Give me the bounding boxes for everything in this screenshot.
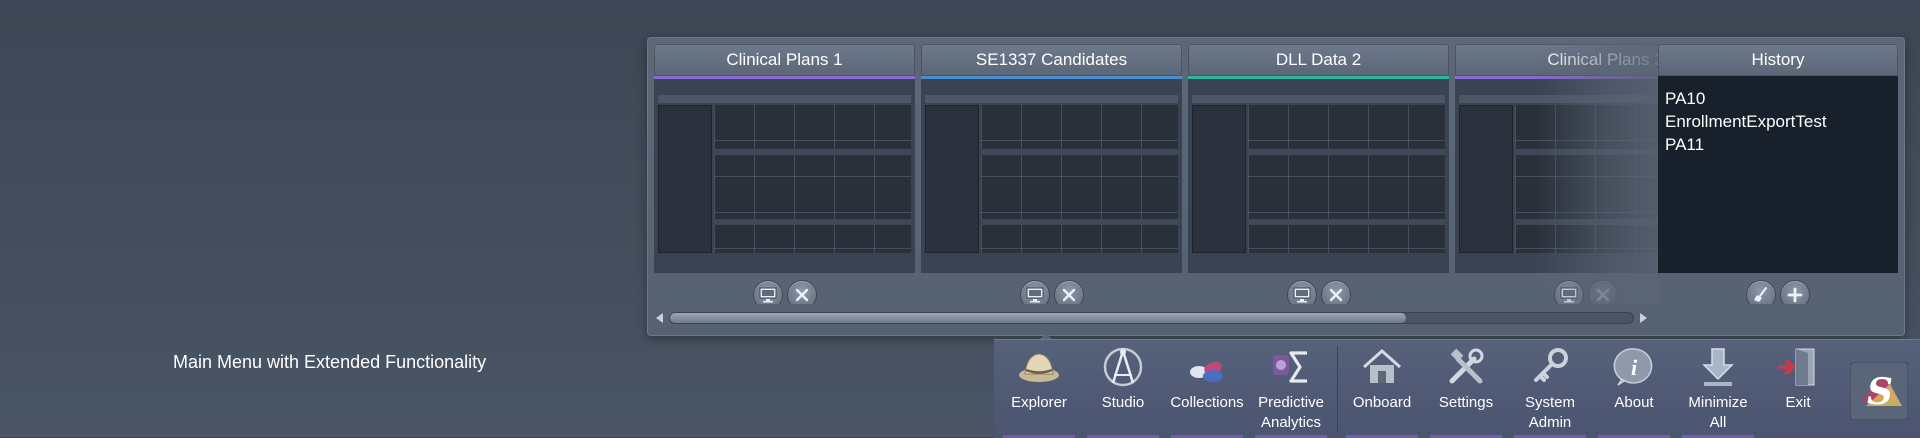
open-workspace-button[interactable] [1286,280,1317,304]
workspace-title[interactable]: Clinical Plans 1 [654,44,915,76]
close-workspace-button[interactable] [1587,280,1618,304]
workspace-thumbnail[interactable] [921,79,1182,273]
open-workspace-button[interactable] [752,280,783,304]
add-workspace-button[interactable] [1780,280,1810,304]
history-item[interactable]: PA10 [1665,87,1891,110]
history-list: PA10 EnrollmentExportTest PA11 [1658,79,1898,273]
history-panel: History PA10 EnrollmentExportTest PA11 [1658,44,1898,304]
workspace-card-dll-data-2[interactable]: DLL Data 2 [1188,44,1449,304]
dock-item-exit[interactable]: Exit [1758,340,1838,438]
monitor-icon [1026,287,1043,303]
history-title: History [1658,44,1898,76]
dock-label: About [1614,394,1654,411]
dock-label: Minimize All [1688,394,1748,431]
dock-label: Explorer [1011,394,1067,411]
scroll-right-arrow-icon[interactable] [1640,313,1647,323]
open-workspace-button[interactable] [1553,280,1584,304]
workspace-cards: Clinical Plans 1 SE1337 Candidates DLL D… [654,44,1898,304]
scroll-thumb[interactable] [670,313,1406,323]
compass-icon [1103,347,1143,387]
workspace-card-se1337-candidates[interactable]: SE1337 Candidates [921,44,1182,304]
monitor-icon [1293,287,1310,303]
dock-item-explorer[interactable]: Explorer [999,340,1079,438]
workspace-thumbnail[interactable] [1188,79,1449,273]
close-icon [1062,288,1075,302]
workspace-title[interactable]: DLL Data 2 [1188,44,1449,76]
tools-icon [1449,348,1484,384]
workspace-card-clinical-plans-1[interactable]: Clinical Plans 1 [654,44,915,304]
exit-door-icon [1778,348,1815,386]
dock-item-onboard[interactable]: Onboard [1342,340,1422,438]
house-icon [1363,348,1401,383]
dock-item-studio[interactable]: Studio [1083,340,1163,438]
dock-item-settings[interactable]: Settings [1426,340,1506,438]
down-arrow-icon [1702,348,1734,386]
close-icon [1329,288,1342,302]
plus-icon [1787,287,1803,303]
dock-item-about[interactable]: i About [1594,340,1674,438]
caption: Main Menu with Extended Functionality [173,352,487,372]
close-workspace-button[interactable] [1053,280,1084,304]
dock-label: Exit [1785,394,1811,411]
dock-item-minimize-all[interactable]: Minimize All [1678,340,1758,438]
info-icon: i [1613,348,1653,386]
close-icon [1596,288,1609,302]
sigma-icon [1273,351,1307,383]
svg-text:i: i [1631,355,1638,380]
dock-label: Settings [1438,394,1494,411]
dock-label: Predictive Analytics [1258,394,1324,431]
dock-label: Studio [1101,394,1145,411]
close-workspace-button[interactable] [786,280,817,304]
close-workspace-button[interactable] [1320,280,1351,304]
clear-history-button[interactable] [1746,280,1776,304]
dock-item-predictive-analytics[interactable]: Predictive Analytics [1251,340,1331,438]
close-icon [795,288,808,302]
svg-text:S: S [1867,371,1893,413]
dock-label: Collections [1170,394,1244,411]
app-logo-icon: S [1850,362,1908,420]
pills-icon [1190,361,1223,382]
open-workspace-button[interactable] [1019,280,1050,304]
workspace-panel: Clinical Plans 1 SE1337 Candidates DLL D… [647,37,1905,336]
key-icon [1534,348,1568,382]
pith-helmet-icon [1019,353,1059,382]
workspace-scrollbar[interactable] [656,311,1896,325]
monitor-icon [759,287,776,303]
dock-item-collections[interactable]: Collections [1167,340,1247,438]
workspace-title[interactable]: SE1337 Candidates [921,44,1182,76]
dock-item-system-admin[interactable]: System Admin [1510,340,1590,438]
main-dock: Explorer Studio Collections Predictive An… [994,339,1920,438]
workspace-thumbnail[interactable] [654,79,915,273]
history-item[interactable]: EnrollmentExportTest [1665,110,1891,133]
monitor-icon [1560,287,1577,303]
dock-label: System Admin [1524,394,1575,431]
history-item[interactable]: PA11 [1665,133,1891,156]
broom-icon [1754,287,1767,302]
scroll-left-arrow-icon[interactable] [656,313,663,323]
dock-label: Onboard [1352,394,1412,411]
